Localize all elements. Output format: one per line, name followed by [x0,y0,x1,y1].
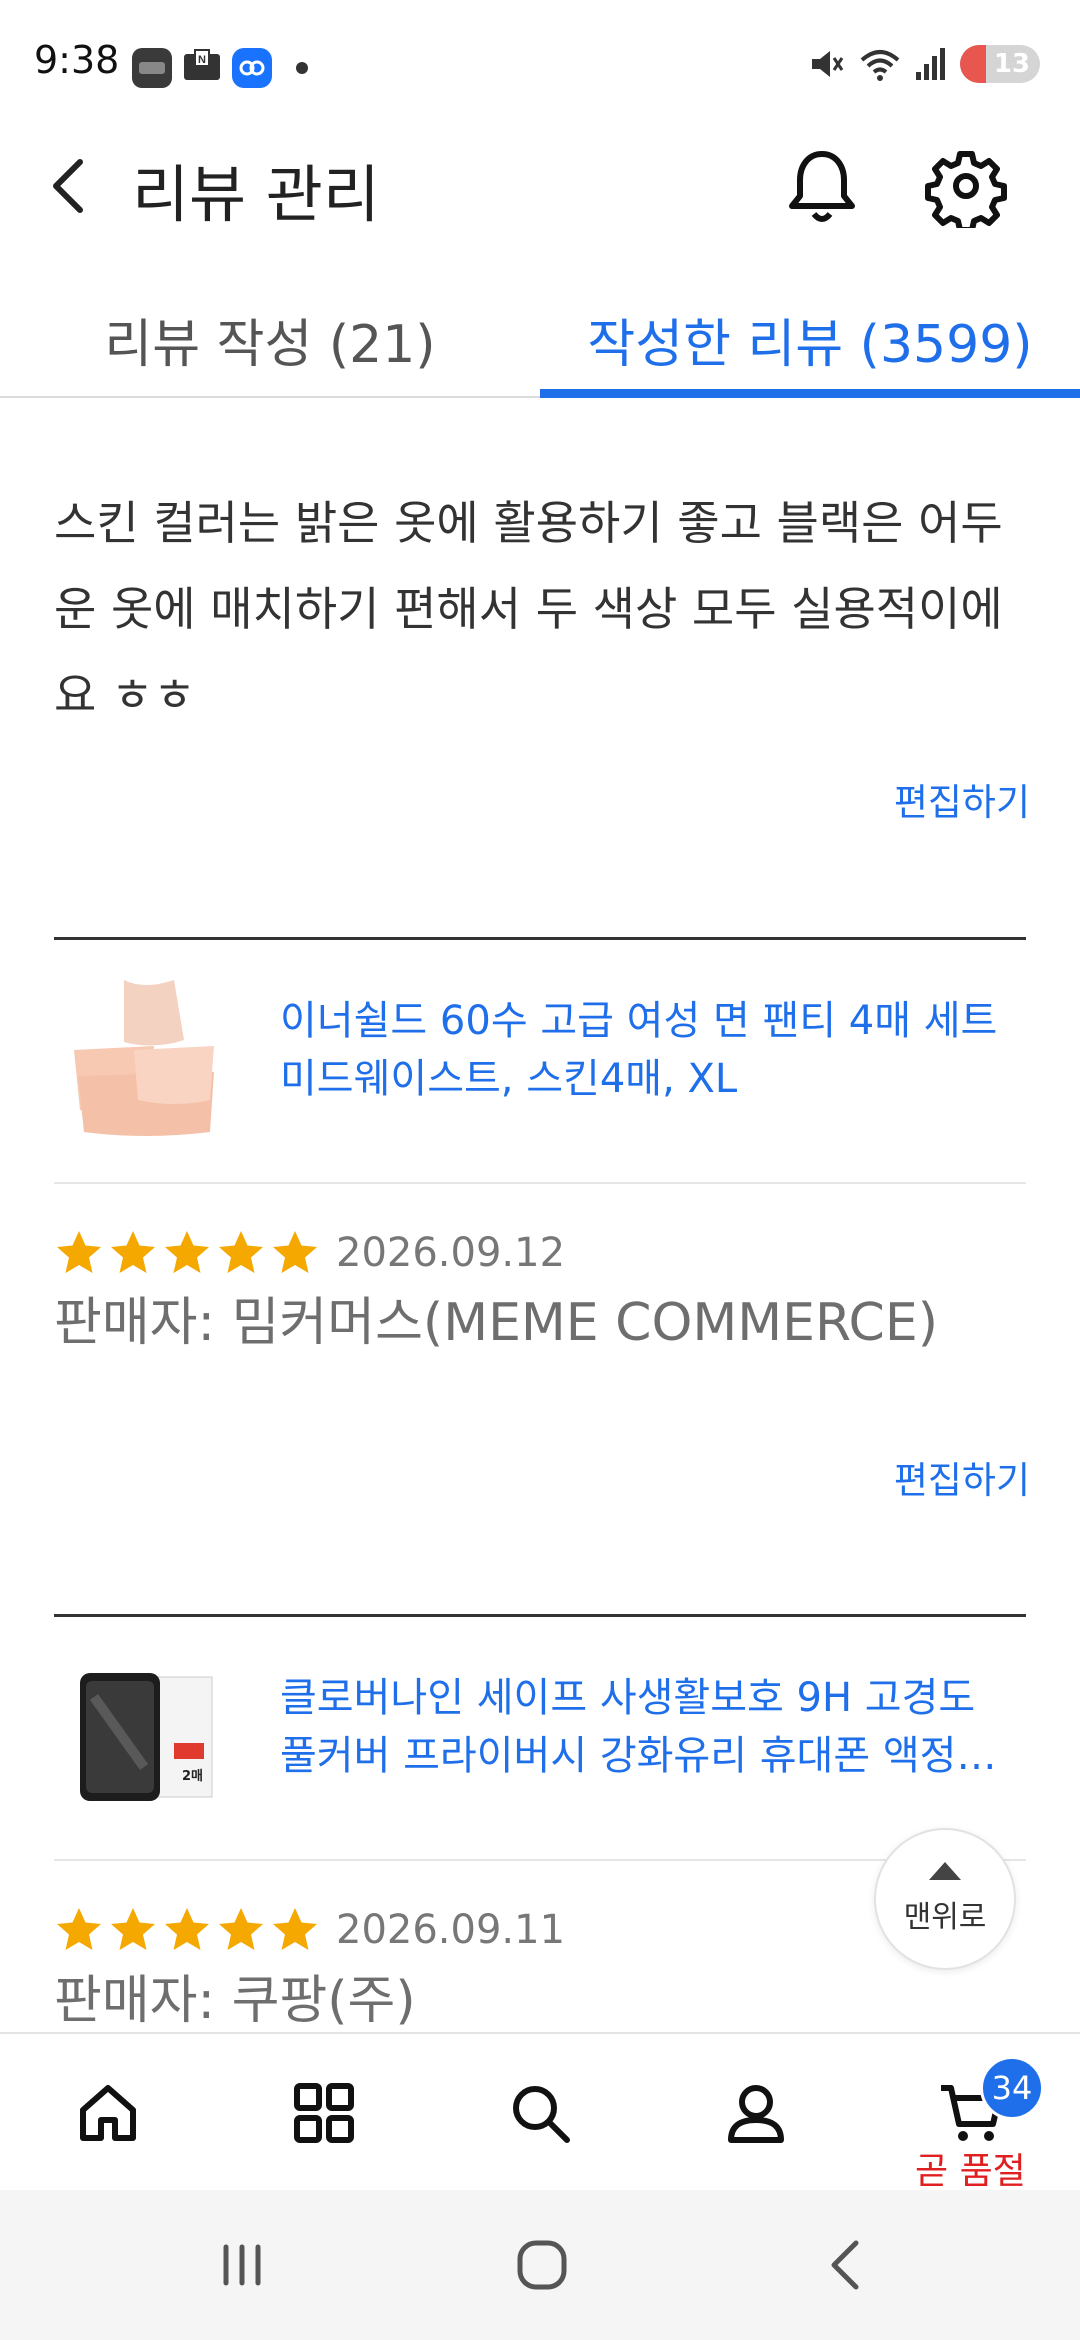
up-arrow-icon [929,1862,961,1880]
scroll-to-top-button[interactable]: 맨위로 [874,1828,1016,1970]
mute-icon [812,51,844,77]
back-arrow-icon [53,159,83,213]
edit-review-link[interactable]: 편집하기 [894,1450,1030,1504]
my-page-icon [728,2085,784,2143]
review-divider [54,937,1026,940]
signal-icon [916,48,945,80]
product-divider [54,1182,1026,1184]
notification-icons: N [132,46,308,90]
product-image-underwear [64,980,224,1140]
rating-row: 2026.09.11 [54,1900,565,1960]
home-system-button[interactable] [482,2190,602,2340]
nav-categories[interactable] [264,2034,384,2192]
recent-apps-button[interactable] [182,2190,302,2340]
tab-write-review[interactable]: 리뷰 작성 (21) [0,280,540,398]
product-thumbnail[interactable] [64,980,224,1140]
product-row[interactable]: 이너쉴드 60수 고급 여성 면 팬티 4매 세트 미드웨이스트, 스킨4매, … [54,970,1026,1150]
home-circle-icon [517,2240,567,2290]
notifications-button[interactable] [782,144,862,228]
tab-written-reviews[interactable]: 작성한 리뷰 (3599) [540,280,1080,398]
review-text: 스킨 컬러는 밝은 옷에 활용하기 좋고 블랙은 어두운 옷에 매치하기 편해서… [54,496,1003,722]
back-system-button[interactable] [786,2190,906,2340]
cart-status-label: 곧 품절 [915,2151,1026,2192]
edit-review-link[interactable]: 편집하기 [894,772,1030,826]
star-icon [111,1908,155,1950]
naver-mail-icon: N [182,46,222,90]
star-icon [219,1231,263,1273]
product-thumbnail[interactable]: 2매 [64,1657,224,1817]
more-notifications-dot [296,62,308,74]
bottom-navigation: 34 곧 품절 [0,2032,1080,2192]
search-icon [513,2086,570,2143]
star-icon [273,1231,317,1273]
categories-icon [294,2083,354,2143]
product-name[interactable]: 클로버나인 세이프 사생활보호 9H 고경도 풀커버 프라이버시 강화유리 휴대… [280,1669,1020,1785]
cart-count-badge: 34 [980,2056,1044,2120]
product-row[interactable]: 2매 클로버나인 세이프 사생활보호 9H 고경도 풀커버 프라이버시 강화유리… [54,1647,1026,1827]
battery-indicator: 13 [960,45,1040,83]
product-name[interactable]: 이너쉴드 60수 고급 여성 면 팬티 4매 세트 미드웨이스트, 스킨4매, … [280,992,1020,1108]
star-icon [165,1908,209,1950]
status-bar: 9:38 N 13 [0,0,1080,120]
system-status: 13 [806,44,1040,84]
gear-icon [925,151,1007,233]
seller-name: 판매자: 밈커머스(MEME COMMERCE) [54,1293,939,1353]
system-navigation-bar [0,2190,1080,2340]
review-divider [54,1614,1026,1617]
star-icon [273,1908,317,1950]
recent-apps-icon [223,2244,261,2286]
review-date: 2026.09.12 [336,1230,566,1276]
status-time: 9:38 [34,38,120,82]
back-chevron-icon [831,2240,859,2290]
seller-name: 판매자: 쿠팡(주) [54,1971,416,2031]
nav-my-page[interactable] [696,2034,816,2192]
star-rating [54,1228,320,1278]
star-icon [165,1231,209,1273]
product-image-screen-protector [64,1657,224,1817]
thumbnail-badge: 2매 [182,1769,204,1784]
home-icon [80,2085,136,2141]
nav-search[interactable] [480,2034,600,2192]
star-icon [57,1231,101,1273]
product-divider [54,1859,1026,1861]
link-app-icon [232,48,272,88]
rating-row: 2026.09.12 [54,1223,565,1283]
bell-icon [789,151,855,222]
samsung-lounge-icon [132,48,172,88]
star-rating [54,1905,320,1955]
svg-text:N: N [198,54,206,66]
review-date: 2026.09.11 [336,1907,566,1953]
wifi-icon [860,50,900,81]
page-title: 리뷰 관리 [132,158,380,231]
settings-button[interactable] [924,144,1008,233]
star-icon [57,1908,101,1950]
back-button[interactable] [40,150,100,220]
app-header: 리뷰 관리 [0,130,1080,240]
review-tabs: 리뷰 작성 (21) 작성한 리뷰 (3599) [0,280,1080,398]
nav-home[interactable] [48,2034,168,2192]
star-icon [111,1231,155,1273]
star-icon [219,1908,263,1950]
active-tab-indicator [540,389,1080,398]
